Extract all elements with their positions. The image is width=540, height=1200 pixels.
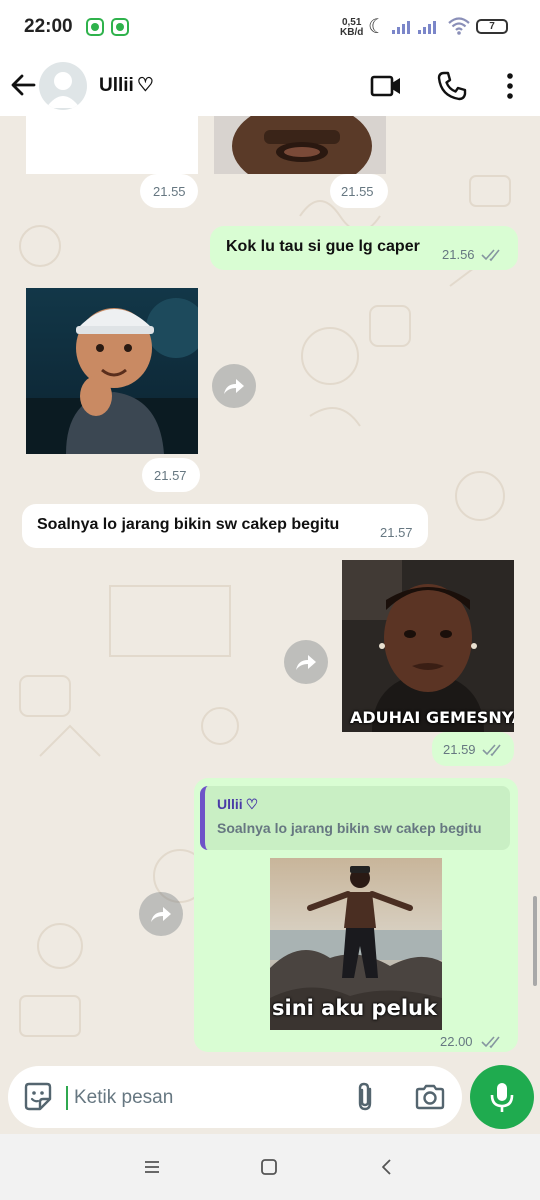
quote-author: Ullii ♡: [217, 796, 258, 813]
camera-icon[interactable]: [414, 1081, 446, 1113]
reply-quote[interactable]: Ullii ♡ Soalnya lo jarang bikin sw cakep …: [200, 786, 510, 850]
message-time: 21.59: [443, 742, 476, 757]
time-pill: 21.55: [330, 174, 388, 208]
message-time: 21.56: [442, 247, 475, 262]
message-time: 21.55: [341, 184, 374, 199]
app-notification-icon: [111, 18, 129, 36]
video-call-icon[interactable]: [370, 70, 402, 102]
voice-call-icon[interactable]: [436, 70, 468, 102]
forward-icon: [224, 379, 244, 394]
battery-indicator: 7: [476, 19, 508, 34]
sticker-caption: sini aku peluk: [272, 996, 437, 1020]
message-text: Soalnya lo jarang bikin sw cakep begitu: [37, 516, 340, 533]
message-input[interactable]: Ketik pesan: [8, 1066, 462, 1128]
signal-icon: [418, 21, 436, 34]
time-pill: 21.57: [142, 458, 200, 492]
contact-avatar[interactable]: [39, 62, 87, 110]
message-bubble-incoming[interactable]: Soalnya lo jarang bikin sw cakep begitu …: [22, 504, 428, 548]
app-notification-icon: [86, 18, 104, 36]
double-check-icon: [482, 744, 501, 757]
nav-back-icon[interactable]: [376, 1156, 398, 1178]
forward-button[interactable]: [284, 640, 328, 684]
forward-button[interactable]: [212, 364, 256, 408]
more-vert-icon[interactable]: [494, 70, 526, 102]
message-text: Kok lu tau si gue lg caper: [226, 238, 420, 255]
network-speed: 0,51 KB/d: [340, 18, 363, 38]
forward-icon: [151, 907, 171, 922]
nav-menu-icon[interactable]: [141, 1156, 163, 1178]
sticker-icon[interactable]: [22, 1081, 54, 1113]
mic-icon: [490, 1083, 514, 1112]
sticker-caption: ADUHAI GEMESNYA: [350, 708, 514, 727]
double-check-icon: [481, 1036, 500, 1049]
forward-icon: [296, 655, 316, 670]
scrollbar[interactable]: [533, 896, 537, 986]
input-placeholder: Ketik pesan: [74, 1087, 174, 1108]
sticker-portrait: [342, 560, 514, 732]
sticker-image[interactable]: sini aku peluk: [270, 858, 442, 1030]
nav-home-icon[interactable]: [258, 1156, 280, 1178]
quote-author-name: Ullii: [217, 796, 243, 812]
do-not-disturb-icon: ☾: [368, 16, 386, 38]
attach-icon[interactable]: [350, 1081, 382, 1113]
time-pill: 21.55: [140, 174, 198, 208]
default-avatar-icon: [46, 72, 80, 108]
sticker-cartoon-boy: [26, 288, 198, 454]
signal-icon: [392, 21, 410, 34]
heart-icon: ♡: [136, 75, 154, 96]
sticker-face: [214, 116, 386, 174]
quote-text: Soalnya lo jarang bikin sw cakep begitu: [217, 820, 482, 836]
forward-button[interactable]: [139, 892, 183, 936]
status-time: 22:00: [24, 16, 73, 37]
heart-icon: ♡: [245, 796, 259, 812]
sticker-image[interactable]: ADUHAI GEMESNYA: [342, 560, 514, 732]
contact-name[interactable]: Ullii ♡: [99, 74, 154, 97]
sticker-image[interactable]: [214, 116, 386, 174]
chat-header: Ullii ♡: [0, 56, 540, 116]
status-bar: 22:00 0,51 KB/d ☾ 7: [0, 0, 540, 56]
network-speed-unit: KB/d: [340, 27, 364, 38]
system-nav-bar: [0, 1134, 540, 1200]
message-time: 21.57: [380, 525, 413, 540]
double-check-icon: [481, 249, 500, 262]
sticker-image[interactable]: [26, 288, 198, 454]
message-bubble-outgoing[interactable]: Kok lu tau si gue lg caper 21.56: [210, 226, 518, 270]
message-time: 21.55: [153, 184, 186, 199]
back-arrow-icon[interactable]: [8, 68, 38, 102]
text-cursor: [66, 1086, 68, 1110]
wifi-icon: [448, 17, 470, 35]
sticker-image[interactable]: [26, 116, 198, 174]
contact-name-text: Ullii: [99, 75, 134, 96]
input-bar: Ketik pesan: [0, 1062, 540, 1134]
mic-button[interactable]: [470, 1065, 534, 1129]
chat-area[interactable]: 21.55 21.55 Kok lu tau si gue lg caper 2…: [0, 116, 540, 1060]
message-time: 22.00: [440, 1034, 473, 1049]
time-pill-outgoing: 21.59: [432, 732, 514, 766]
message-time: 21.57: [154, 468, 187, 483]
